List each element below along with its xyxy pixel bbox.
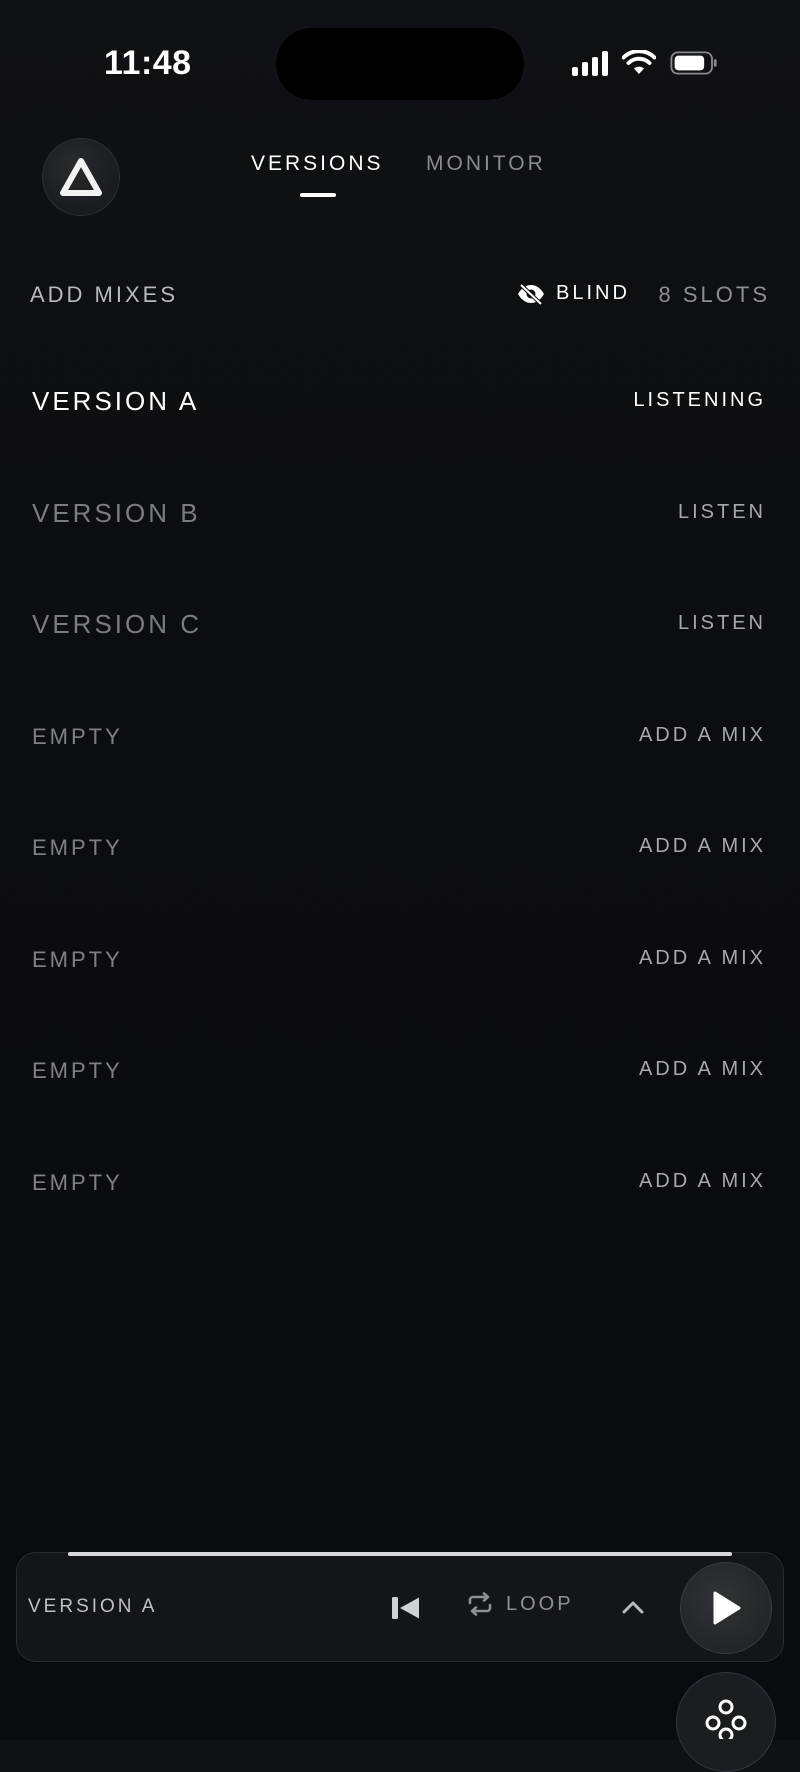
version-row-b[interactable]: VERSION B LISTEN [0,482,800,594]
slot-name: EMPTY [32,835,123,860]
version-name: VERSION C [32,609,203,639]
slot-name: EMPTY [32,946,123,972]
play-button[interactable] [680,1562,772,1654]
version-name: VERSION A [32,386,200,416]
add-mix-button[interactable]: ADD A MIX [639,724,766,747]
cellular-signal-icon [572,50,608,76]
tab-versions[interactable]: VERSIONS [251,152,384,176]
empty-slot-row[interactable]: EMPTY ADD A MIX [0,705,800,817]
slot-name: EMPTY [32,1169,123,1195]
repeat-icon [468,1592,492,1616]
nodes-fab-button[interactable] [676,1672,776,1772]
blind-label: BLIND [556,282,630,304]
blind-toggle[interactable]: BLIND [516,282,630,305]
slot-name: EMPTY [32,1058,123,1083]
expand-player-button[interactable] [618,1592,648,1622]
slot-name: EMPTY [32,723,123,749]
tab-monitor[interactable]: MONITOR [426,152,546,176]
empty-slot-row[interactable]: EMPTY ADD A MIX [0,1039,800,1151]
loop-label: LOOP [506,1592,574,1615]
add-mix-button[interactable]: ADD A MIX [639,947,766,970]
nodes-icon [705,1699,747,1739]
listen-button[interactable]: LISTEN [678,612,766,635]
add-mix-button[interactable]: ADD A MIX [639,1170,766,1193]
version-list: VERSION A LISTENING VERSION B LISTEN VER… [0,370,800,1262]
listen-button[interactable]: LISTEN [678,501,766,524]
active-tab-indicator [300,193,336,197]
empty-slot-row[interactable]: EMPTY ADD A MIX [0,928,800,1040]
add-mix-button[interactable]: ADD A MIX [639,1058,766,1081]
version-name: VERSION B [32,497,201,528]
skip-back-icon [392,1597,419,1619]
version-row-a[interactable]: VERSION A LISTENING [0,370,800,482]
slots-count: 8 SLOTS [658,282,770,307]
listening-status[interactable]: LISTENING [633,389,766,412]
eye-slash-icon [518,283,544,305]
battery-icon [670,51,717,75]
status-icons [572,50,718,76]
wifi-icon [622,50,656,74]
player-track-title: VERSION A [28,1596,158,1617]
loop-button[interactable]: LOOP [466,1592,574,1616]
chevron-up-icon [622,1601,644,1614]
empty-slot-row[interactable]: EMPTY ADD A MIX [0,816,800,928]
status-bar: 11:48 [0,0,800,110]
dynamic-island [276,28,524,100]
playback-progress-fill [68,1552,732,1556]
skip-back-button[interactable] [390,1590,422,1626]
version-row-c[interactable]: VERSION C LISTEN [0,593,800,705]
add-mixes-button[interactable]: ADD MIXES [30,282,178,308]
slots-toolbar: ADD MIXES BLIND 8 SLOTS [0,282,800,322]
play-icon [713,1591,741,1625]
empty-slot-row[interactable]: EMPTY ADD A MIX [0,1151,800,1263]
playback-progress-bar[interactable] [68,1552,732,1556]
top-tabs: VERSIONS MONITOR [0,152,800,202]
add-mix-button[interactable]: ADD A MIX [639,835,766,858]
status-time: 11:48 [104,44,192,82]
